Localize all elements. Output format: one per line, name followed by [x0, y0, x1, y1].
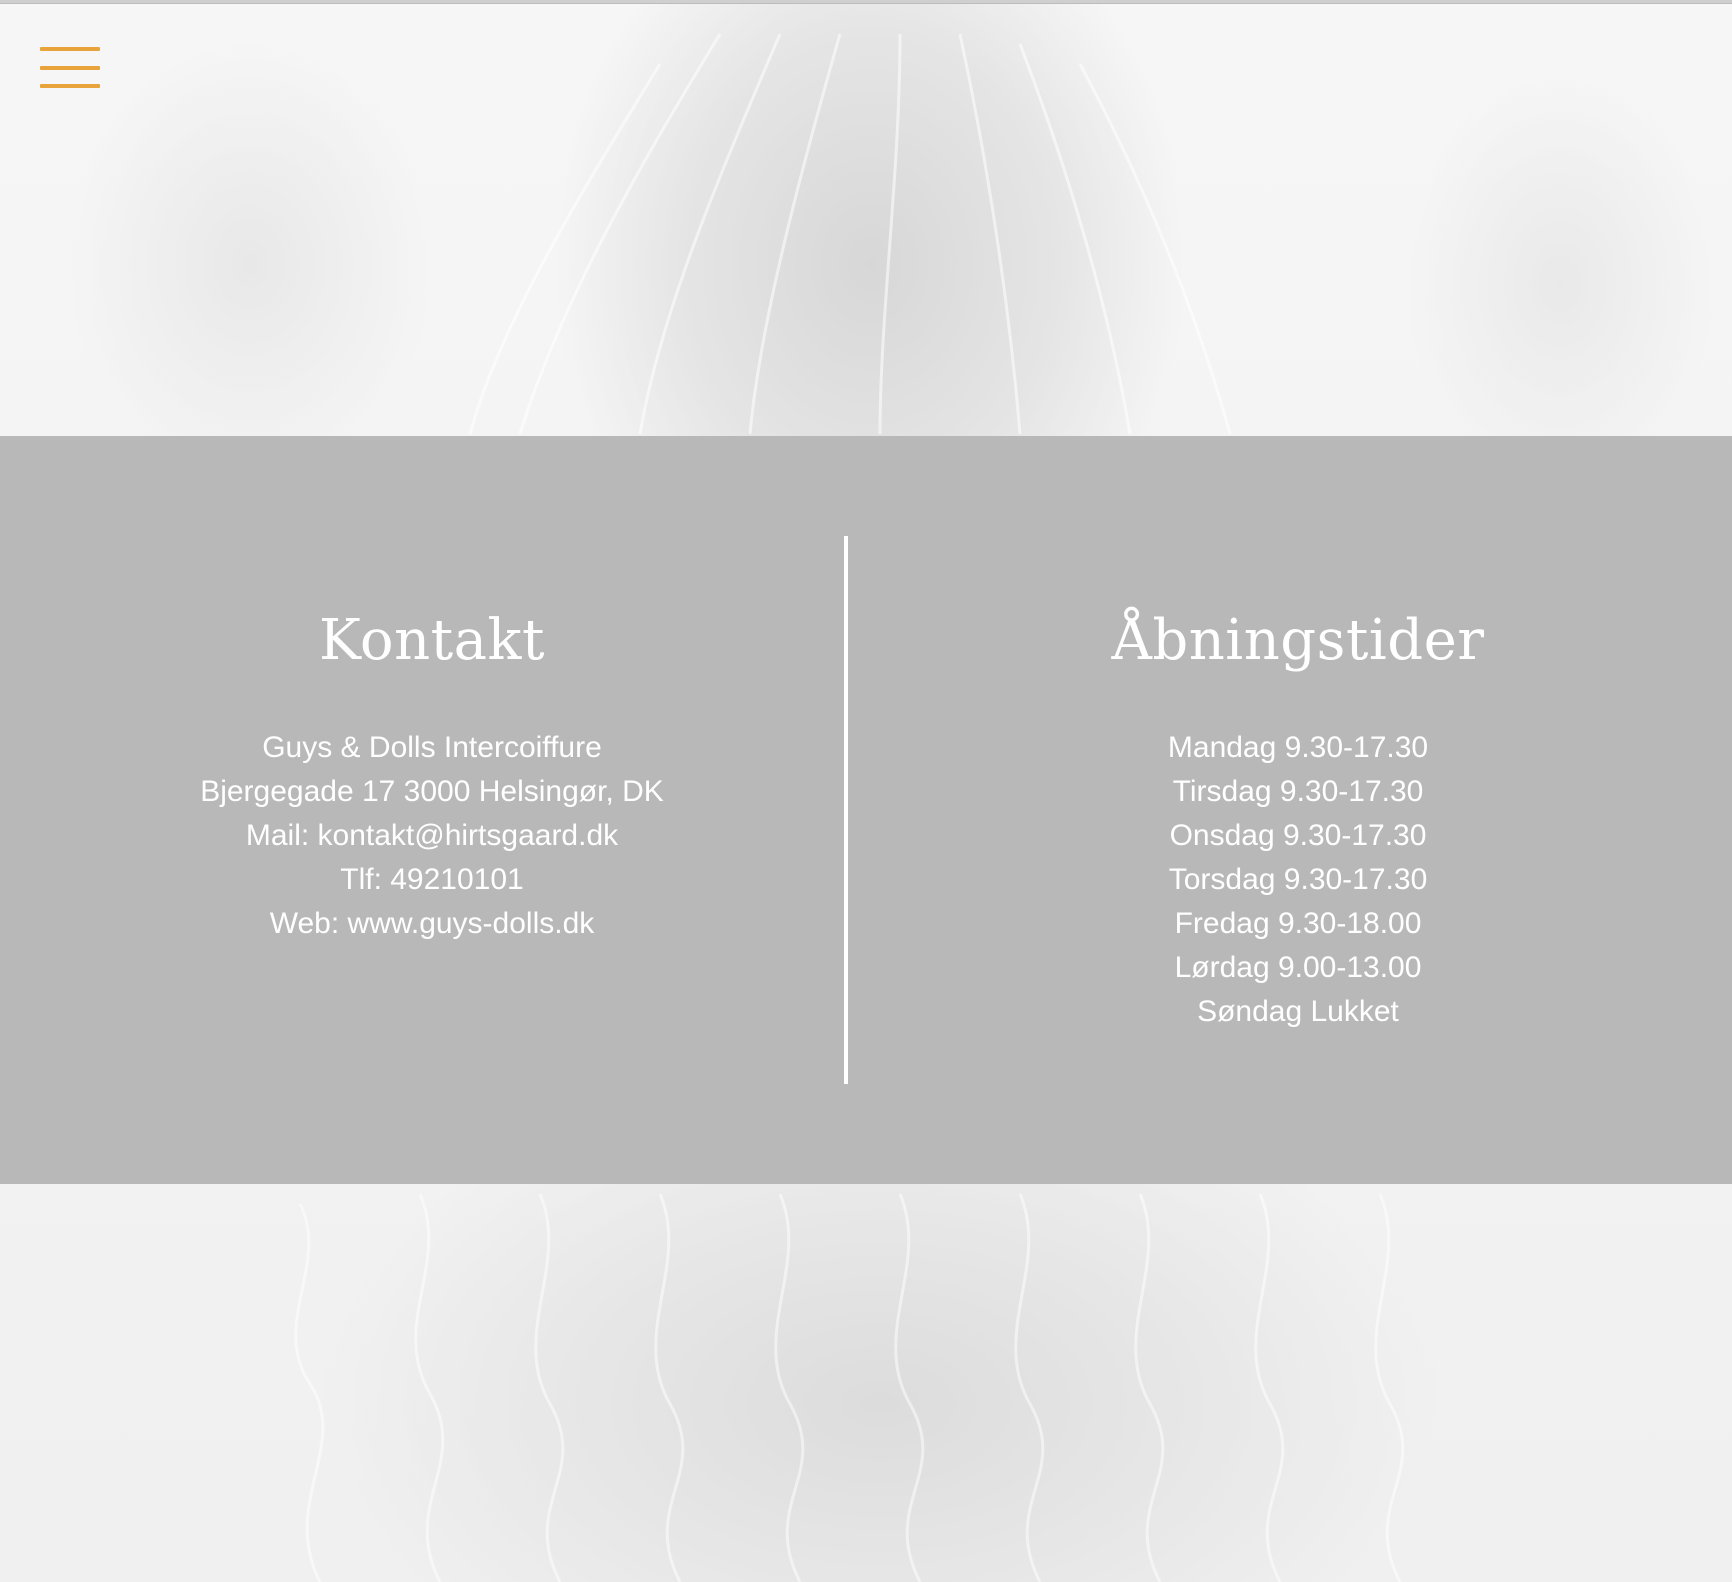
hours-friday: Fredag 9.30-18.00: [1174, 907, 1422, 940]
hours-wednesday: Onsdag 9.30-17.30: [1169, 819, 1427, 852]
company-name: Guys & Dolls Intercoiffure: [262, 731, 602, 764]
contact-column: Kontakt Guys & Dolls Intercoiffure Bjerg…: [0, 606, 864, 946]
phone-line: Tlf: 49210101: [0, 858, 864, 902]
page: Kontakt Guys & Dolls Intercoiffure Bjerg…: [0, 4, 1732, 1582]
menu-bar-top: [40, 47, 100, 51]
menu-bar-middle: [40, 66, 100, 70]
hours-tuesday: Tirsdag 9.30-17.30: [1172, 775, 1424, 808]
mail-link[interactable]: Mail: kontakt@hirtsgaard.dk: [246, 819, 618, 852]
info-band: Kontakt Guys & Dolls Intercoiffure Bjerg…: [0, 436, 1732, 1184]
web-link[interactable]: Web: www.guys-dolls.dk: [270, 907, 595, 940]
phone-link[interactable]: Tlf: 49210101: [340, 863, 523, 896]
mail-line: Mail: kontakt@hirtsgaard.dk: [0, 814, 864, 858]
web-line: Web: www.guys-dolls.dk: [0, 902, 864, 946]
vertical-divider: [844, 536, 848, 1084]
hamburger-menu-icon[interactable]: [38, 42, 102, 94]
hours-saturday: Lørdag 9.00-13.00: [1174, 951, 1422, 984]
opening-hours-heading: Åbningstider: [1111, 608, 1485, 673]
hours-thursday: Torsdag 9.30-17.30: [1168, 863, 1428, 896]
contact-heading: Kontakt: [319, 608, 545, 673]
hours-monday: Mandag 9.30-17.30: [1167, 731, 1429, 764]
hours-sunday: Søndag Lukket: [1197, 995, 1399, 1028]
opening-hours-column: Åbningstider Mandag 9.30-17.30 Tirsdag 9…: [864, 606, 1732, 1034]
menu-bar-bottom: [40, 84, 100, 88]
address: Bjergegade 17 3000 Helsingør, DK: [200, 775, 664, 808]
